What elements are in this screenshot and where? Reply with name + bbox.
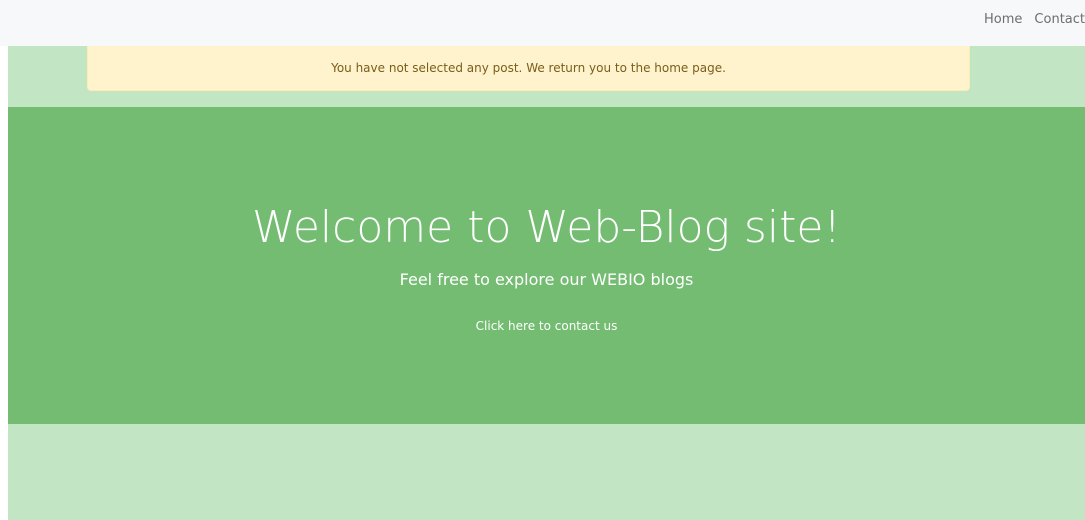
navbar: Home Contact	[0, 0, 1085, 46]
hero-link-wrapper: Click here to contact us	[8, 317, 1085, 335]
page-content: You have not selected any post. We retur…	[8, 46, 1085, 520]
nav-contact-link[interactable]: Contact	[1034, 12, 1085, 27]
warning-alert: You have not selected any post. We retur…	[87, 46, 970, 91]
nav-home-link[interactable]: Home	[984, 12, 1022, 27]
contact-us-link[interactable]: Click here to contact us	[476, 319, 618, 333]
hero-subtitle: Feel free to explore our WEBIO blogs	[399, 270, 694, 289]
hero-title: Welcome to Web-Blog site!	[251, 202, 842, 253]
nav-links: Home Contact	[984, 12, 1085, 27]
hero-banner: Welcome to Web-Blog site! Feel free to e…	[8, 107, 1085, 424]
